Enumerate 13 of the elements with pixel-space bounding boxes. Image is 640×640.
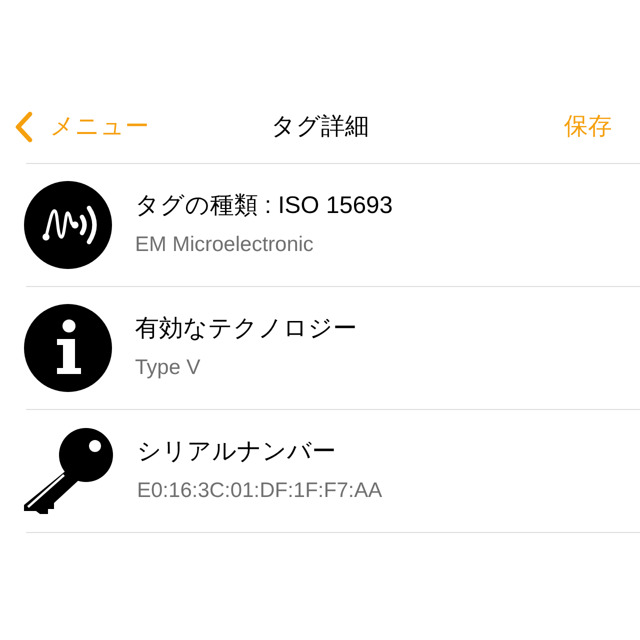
row-title: タグの種類 : ISO 15693: [135, 193, 393, 219]
back-button[interactable]: メニュー: [14, 111, 149, 143]
row-title: シリアルナンバー: [137, 439, 337, 465]
chevron-left-icon: [14, 111, 34, 143]
save-button[interactable]: 保存: [564, 115, 612, 139]
page-title: タグ詳細: [271, 115, 369, 139]
nfc-signal-icon: [24, 181, 112, 269]
info-icon: [24, 304, 112, 392]
row-subtitle: EM Microelectronic: [135, 233, 315, 257]
row-title: 有効なテクノロジー: [135, 316, 357, 342]
key-icon: [24, 427, 114, 515]
row-subtitle: E0:16:3C:01:DF:1F:F7:AA: [137, 479, 382, 503]
row-subtitle: Type V: [135, 356, 202, 380]
